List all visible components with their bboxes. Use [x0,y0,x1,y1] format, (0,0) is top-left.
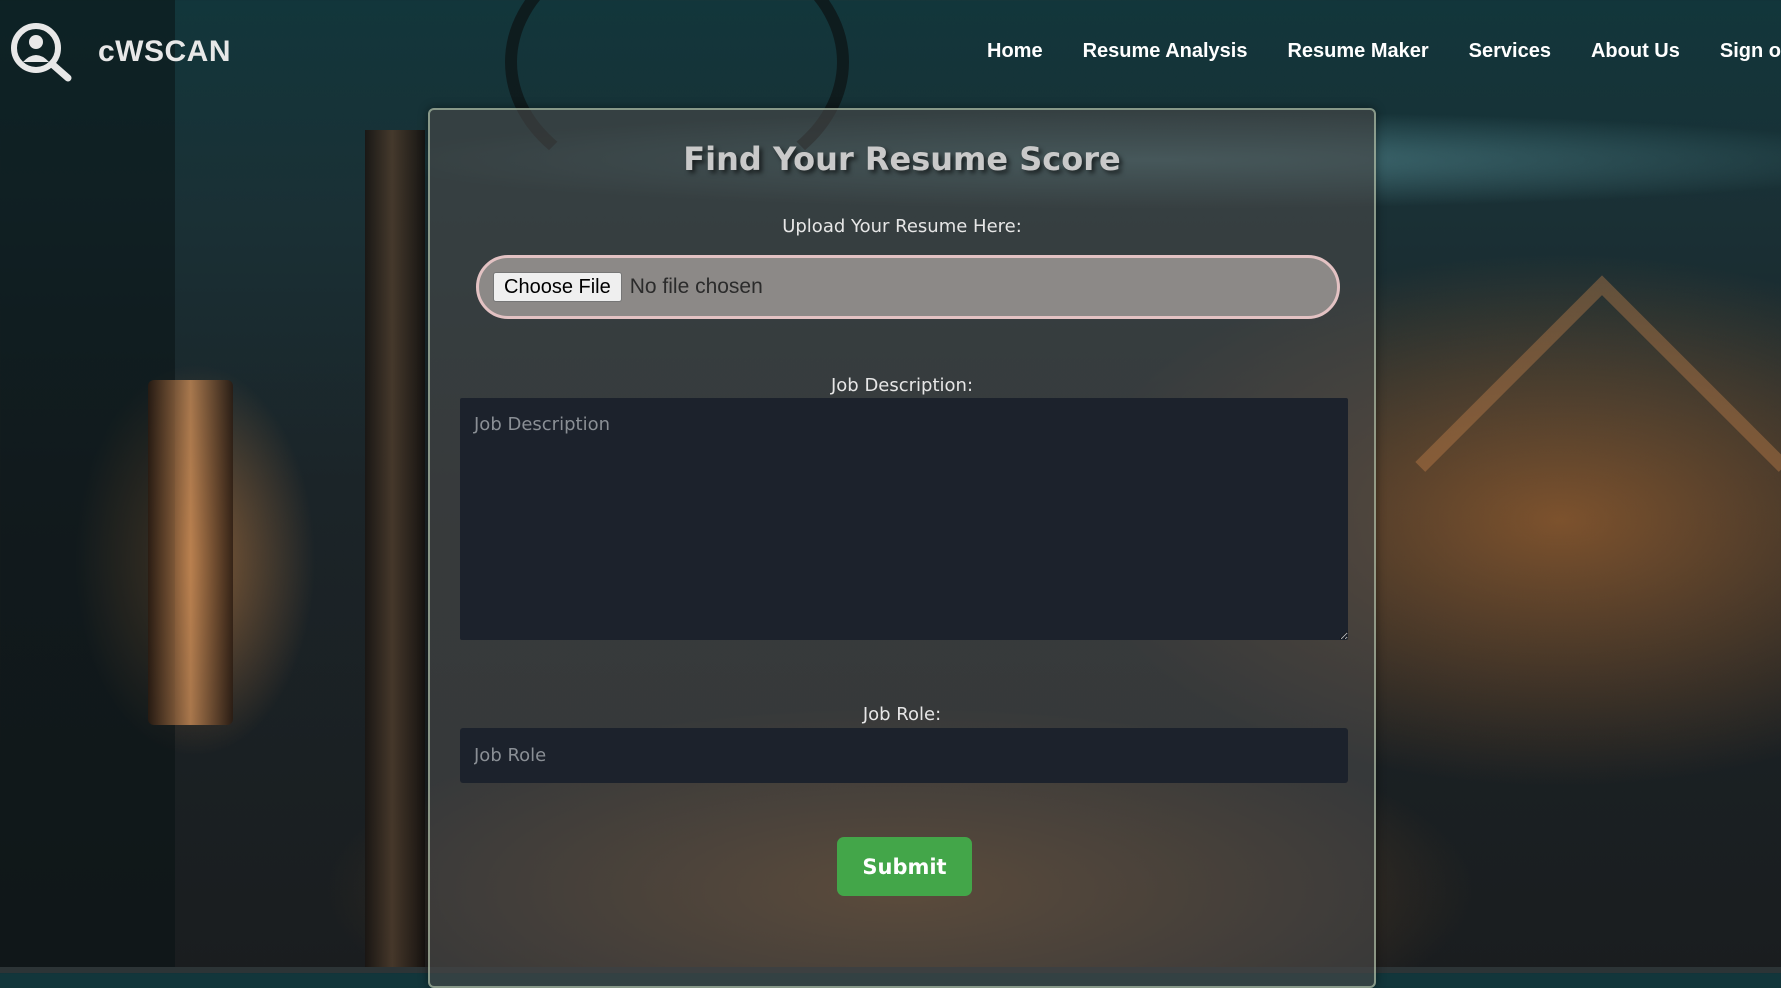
background-lamp-post [365,130,425,973]
resume-score-form: Find Your Resume Score Upload Your Resum… [428,108,1376,988]
site-header: cWSCAN Home Resume Analysis Resume Maker… [0,0,1781,105]
choose-file-button[interactable]: Choose File [493,272,622,302]
logo[interactable]: cWSCAN [10,22,231,82]
job-role-label: Job Role: [862,704,942,725]
nav-resume-analysis[interactable]: Resume Analysis [1083,40,1248,63]
resume-upload-field[interactable]: Choose File No file chosen [476,255,1340,319]
nav-resume-maker[interactable]: Resume Maker [1287,40,1428,63]
nav-sign-out[interactable]: Sign ou [1720,40,1781,63]
job-role-input[interactable] [460,728,1348,783]
upload-label: Upload Your Resume Here: [782,216,1022,237]
magnifier-person-icon [11,23,72,82]
nav-services[interactable]: Services [1469,40,1551,63]
nav-about-us[interactable]: About Us [1591,40,1680,63]
file-status-text: No file chosen [629,275,763,298]
background-roof [1415,275,1781,649]
main-nav: Home Resume Analysis Resume Maker Servic… [987,40,1781,63]
background-lantern [148,380,233,725]
form-title: Find Your Resume Score [683,140,1121,178]
job-description-input[interactable] [460,398,1348,640]
submit-button[interactable]: Submit [837,837,972,896]
job-description-label: Job Description: [830,375,974,396]
brand-name: cWSCAN [98,35,232,68]
nav-home[interactable]: Home [987,40,1043,63]
